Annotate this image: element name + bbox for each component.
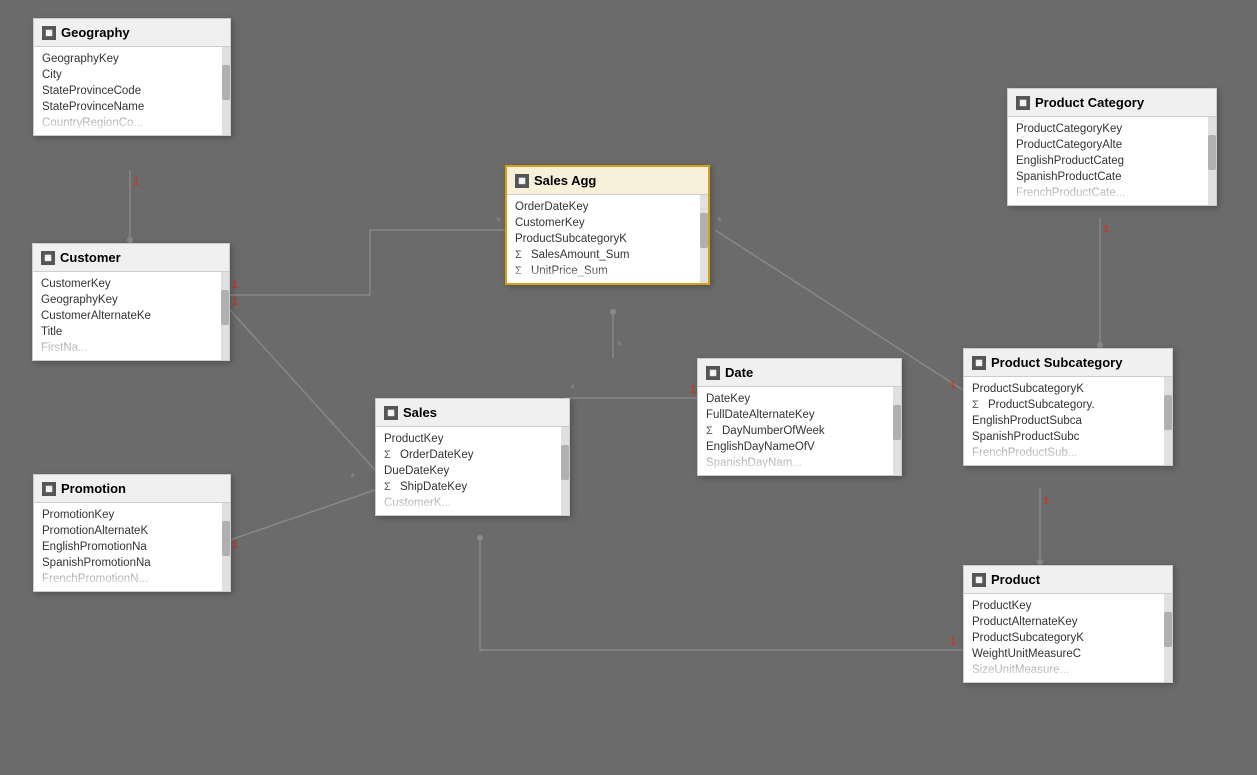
table-geography-body: GeographyKey City StateProvinceCode Stat… <box>34 47 230 135</box>
field-row: ProductCategoryAlte <box>1008 137 1216 153</box>
table-sales-body: ProductKey ΣOrderDateKey DueDateKey ΣShi… <box>376 427 569 515</box>
table-geography-title: Geography <box>61 25 130 40</box>
field-row: PromotionKey <box>34 507 230 523</box>
table-promotion-title: Promotion <box>61 481 126 496</box>
table-promotion[interactable]: ▦ Promotion PromotionKey PromotionAltern… <box>33 474 231 592</box>
svg-text:1: 1 <box>133 176 139 188</box>
table-product[interactable]: ▦ Product ProductKey ProductAlternateKey… <box>963 565 1173 683</box>
field-row: SpanishProductSubc <box>964 429 1172 445</box>
table-grid-icon: ▦ <box>972 356 986 370</box>
field-row: ProductKey <box>964 598 1172 614</box>
svg-text:1: 1 <box>1103 223 1109 235</box>
field-row: ΣDayNumberOfWeek <box>698 423 901 439</box>
svg-text:1: 1 <box>690 384 696 396</box>
field-row: CustomerKey <box>33 276 229 292</box>
table-product-subcategory[interactable]: ▦ Product Subcategory ProductSubcategory… <box>963 348 1173 466</box>
table-grid-icon: ▦ <box>706 366 720 380</box>
table-geography-header: ▦ Geography <box>34 19 230 47</box>
field-row: DateKey <box>698 391 901 407</box>
field-row: ProductAlternateKey <box>964 614 1172 630</box>
field-row: EnglishPromotionNa <box>34 539 230 555</box>
table-product-body: ProductKey ProductAlternateKey ProductSu… <box>964 594 1172 682</box>
table-sales[interactable]: ▦ Sales ProductKey ΣOrderDateKey DueDate… <box>375 398 570 516</box>
svg-text:1: 1 <box>232 279 238 291</box>
table-product-subcategory-title: Product Subcategory <box>991 355 1122 370</box>
field-row: SpanishPromotionNa <box>34 555 230 571</box>
field-row: City <box>34 67 230 83</box>
table-sales-agg-body: OrderDateKey CustomerKey ProductSubcateg… <box>507 195 708 283</box>
field-row: ProductKey <box>376 431 569 447</box>
svg-text:1: 1 <box>950 379 956 391</box>
svg-text:*: * <box>717 214 722 229</box>
svg-text:1: 1 <box>232 296 238 308</box>
table-product-header: ▦ Product <box>964 566 1172 594</box>
field-row: CustomerKey <box>507 215 708 231</box>
table-customer-body: CustomerKey GeographyKey CustomerAlterna… <box>33 272 229 360</box>
table-promotion-header: ▦ Promotion <box>34 475 230 503</box>
table-grid-icon: ▦ <box>972 573 986 587</box>
field-row: CustomerAlternateKe <box>33 308 229 324</box>
field-row: OrderDateKey <box>507 199 708 215</box>
field-row: Title <box>33 324 229 340</box>
table-customer-header: ▦ Customer <box>33 244 229 272</box>
svg-text:1: 1 <box>1043 495 1049 507</box>
table-sales-header: ▦ Sales <box>376 399 569 427</box>
table-grid-icon: ▦ <box>1016 96 1030 110</box>
table-sales-agg-header: ▦ Sales Agg <box>507 167 708 195</box>
field-row: EnglishProductCateg <box>1008 153 1216 169</box>
field-row: GeographyKey <box>34 51 230 67</box>
field-row: StateProvinceCode <box>34 83 230 99</box>
table-grid-icon: ▦ <box>42 26 56 40</box>
field-row: EnglishDayNameOfV <box>698 439 901 455</box>
table-product-subcategory-body: ProductSubcategoryK ΣProductSubcategory.… <box>964 377 1172 465</box>
field-row: ProductSubcategoryK <box>507 231 708 247</box>
table-product-category[interactable]: ▦ Product Category ProductCategoryKey Pr… <box>1007 88 1217 206</box>
table-grid-icon: ▦ <box>42 482 56 496</box>
field-row: ProductSubcategoryK <box>964 381 1172 397</box>
svg-text:*: * <box>617 338 622 353</box>
table-grid-icon: ▦ <box>515 174 529 188</box>
field-row: ProductSubcategoryK <box>964 630 1172 646</box>
table-product-category-body: ProductCategoryKey ProductCategoryAlte E… <box>1008 117 1216 205</box>
table-customer[interactable]: ▦ Customer CustomerKey GeographyKey Cust… <box>32 243 230 361</box>
field-row: ΣShipDateKey <box>376 479 569 495</box>
field-row: FullDateAlternateKey <box>698 407 901 423</box>
table-product-category-header: ▦ Product Category <box>1008 89 1216 117</box>
table-product-subcategory-header: ▦ Product Subcategory <box>964 349 1172 377</box>
table-geography[interactable]: ▦ Geography GeographyKey City StateProvi… <box>33 18 231 136</box>
field-row: SpanishProductCate <box>1008 169 1216 185</box>
field-row: DueDateKey <box>376 463 569 479</box>
field-row: PromotionAlternateK <box>34 523 230 539</box>
table-sales-title: Sales <box>403 405 437 420</box>
field-row: ProductCategoryKey <box>1008 121 1216 137</box>
table-date-body: DateKey FullDateAlternateKey ΣDayNumberO… <box>698 387 901 475</box>
table-promotion-body: PromotionKey PromotionAlternateK English… <box>34 503 230 591</box>
field-row: WeightUnitMeasureC <box>964 646 1172 662</box>
table-date[interactable]: ▦ Date DateKey FullDateAlternateKey ΣDay… <box>697 358 902 476</box>
table-grid-icon: ▦ <box>384 406 398 420</box>
svg-text:*: * <box>330 418 335 433</box>
field-row: StateProvinceName <box>34 99 230 115</box>
diagram-canvas[interactable]: 1 * 1 1 * * 1 * * * 1 * 1 1 * 1 <box>0 0 1257 775</box>
table-sales-agg-title: Sales Agg <box>534 173 596 188</box>
field-row: ΣSalesAmount_Sum <box>507 247 708 263</box>
table-sales-agg[interactable]: ▦ Sales Agg OrderDateKey CustomerKey Pro… <box>505 165 710 285</box>
svg-text:1: 1 <box>950 636 956 648</box>
field-row: EnglishProductSubca <box>964 413 1172 429</box>
svg-text:*: * <box>496 214 501 229</box>
svg-text:1: 1 <box>232 539 238 551</box>
table-grid-icon: ▦ <box>41 251 55 265</box>
svg-text:*: * <box>350 470 355 485</box>
table-product-title: Product <box>991 572 1040 587</box>
field-row: ΣOrderDateKey <box>376 447 569 463</box>
field-row: GeographyKey <box>33 292 229 308</box>
table-date-title: Date <box>725 365 753 380</box>
svg-text:*: * <box>570 381 575 396</box>
field-row: ΣProductSubcategory. <box>964 397 1172 413</box>
table-customer-title: Customer <box>60 250 121 265</box>
table-product-category-title: Product Category <box>1035 95 1144 110</box>
table-date-header: ▦ Date <box>698 359 901 387</box>
